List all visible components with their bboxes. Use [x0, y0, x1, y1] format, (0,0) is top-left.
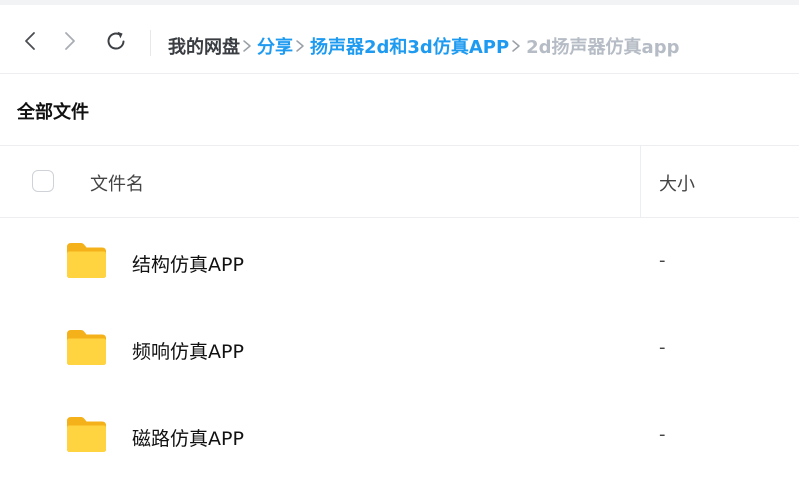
chevron-right-icon	[241, 37, 253, 55]
chevron-right-icon	[294, 37, 306, 55]
navigation-bar: 我的网盘 分享 扬声器2d和3d仿真APP 2d扬声器仿真app	[0, 0, 799, 74]
column-header-size[interactable]: 大小	[659, 170, 695, 196]
breadcrumb-item-share[interactable]: 分享	[257, 33, 293, 59]
breadcrumb-current: 2d扬声器仿真app	[526, 37, 680, 58]
select-all-checkbox[interactable]	[32, 170, 54, 192]
refresh-button[interactable]	[104, 29, 128, 53]
back-button[interactable]	[19, 29, 43, 53]
file-list: 结构仿真APP - 频响仿真APP - 磁路仿真APP -	[0, 218, 799, 479]
forward-button[interactable]	[57, 29, 81, 53]
breadcrumb-root[interactable]: 我的网盘	[168, 33, 240, 59]
file-row[interactable]: 结构仿真APP -	[0, 218, 799, 305]
breadcrumb-item-speaker-sim[interactable]: 扬声器2d和3d仿真APP	[310, 33, 509, 59]
file-name[interactable]: 频响仿真APP	[132, 337, 244, 364]
column-header-name[interactable]: 文件名	[90, 170, 144, 196]
table-header: 文件名 大小	[0, 145, 799, 218]
chevron-right-icon	[65, 32, 75, 50]
file-name[interactable]: 磁路仿真APP	[132, 424, 244, 451]
file-row[interactable]: 频响仿真APP -	[0, 305, 799, 392]
column-divider[interactable]	[640, 146, 641, 217]
file-size: -	[659, 250, 666, 271]
breadcrumb: 我的网盘 分享 扬声器2d和3d仿真APP 2d扬声器仿真app	[168, 33, 679, 59]
file-browser-window: 我的网盘 分享 扬声器2d和3d仿真APP 2d扬声器仿真app 全部文件 文件…	[0, 0, 799, 493]
chevron-left-icon	[25, 32, 35, 50]
refresh-icon	[107, 31, 125, 50]
nav-divider	[150, 30, 151, 56]
folder-icon	[65, 328, 108, 367]
file-name[interactable]: 结构仿真APP	[132, 250, 244, 277]
folder-icon	[65, 415, 108, 454]
file-row[interactable]: 磁路仿真APP -	[0, 392, 799, 479]
chevron-right-icon	[510, 37, 522, 55]
file-size: -	[659, 337, 666, 358]
section-title: 全部文件	[17, 102, 89, 123]
file-size: -	[659, 424, 666, 445]
folder-icon	[65, 241, 108, 280]
